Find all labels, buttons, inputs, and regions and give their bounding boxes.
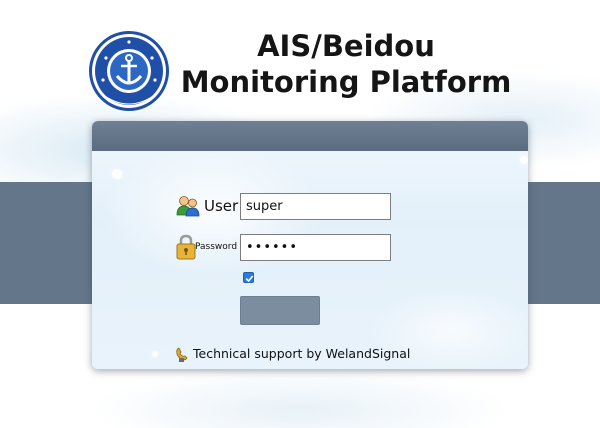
title-line-2: Monitoring Platform — [180, 65, 512, 99]
username-input[interactable] — [240, 193, 391, 220]
user-label: User — [204, 197, 239, 215]
title-line-1: AIS/Beidou — [257, 29, 435, 63]
support-icon — [176, 347, 188, 362]
remember-checkbox[interactable] — [243, 272, 254, 283]
login-panel-header — [92, 121, 528, 151]
login-button[interactable] — [240, 296, 320, 325]
support-text: Technical support by WelandSignal — [193, 346, 411, 361]
checkmark-icon — [245, 275, 254, 283]
password-label: Password — [195, 242, 238, 252]
password-input[interactable] — [240, 234, 391, 261]
lock-icon — [176, 234, 196, 260]
china-msa-emblem-icon — [89, 31, 169, 111]
sparkle-dot — [112, 169, 122, 179]
page-title: AIS/Beidou Monitoring Platform — [176, 28, 516, 100]
users-icon — [176, 196, 200, 217]
sparkle-dot — [152, 351, 158, 357]
sparkle-dot — [520, 156, 528, 164]
